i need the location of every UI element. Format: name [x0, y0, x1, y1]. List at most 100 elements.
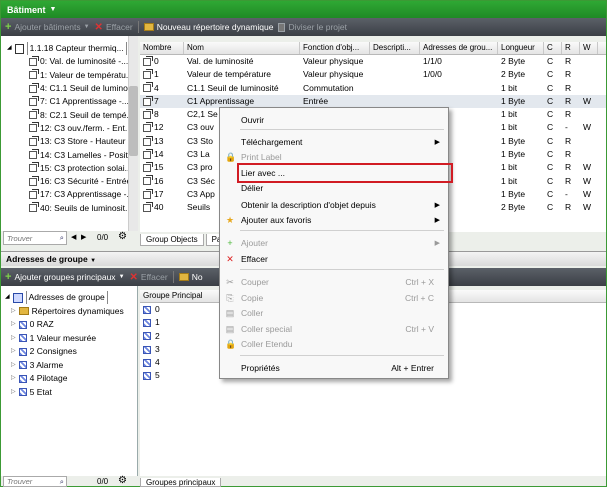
nav-right-icon[interactable]: ▶ [81, 233, 86, 241]
tree-item-object[interactable]: 7: C1 Apprentissage -... [29, 95, 137, 108]
submenu-arrow-icon: ▶ [434, 217, 440, 224]
chevron-down-icon[interactable]: ▼ [50, 6, 57, 13]
tree-item-object[interactable]: 16: C3 Sécurité - Entrée [29, 175, 137, 188]
new-dynamic-folder-button[interactable]: Nouveau répertoire dynamique [143, 22, 273, 32]
nav-left-icon[interactable]: ◀ [71, 233, 76, 241]
menu-item-paste[interactable]: ▤ Coller [220, 306, 448, 320]
table-cell [370, 82, 420, 95]
column-header[interactable]: Longueur [498, 42, 544, 54]
add-main-groups-button[interactable]: + Ajouter groupes principaux ▼ [5, 271, 125, 283]
batiment-panel-title[interactable]: Bâtiment ▼ [1, 1, 606, 18]
menu-item-properties[interactable]: Propriétés Alt + Entrer [220, 361, 448, 375]
tree-item-label: 8: C2.1 Seuil de tempé... [40, 109, 134, 120]
tree-item-object[interactable]: 4: C1.1 Seuil de lumino... [29, 82, 137, 95]
gear-icon[interactable]: ⚙ [118, 231, 127, 242]
table-cell: 1 [140, 316, 220, 329]
folder-icon [143, 23, 154, 31]
menu-item-cut[interactable]: ✂ Couper Ctrl + X [220, 275, 448, 289]
gear-icon[interactable]: ⚙ [118, 475, 127, 486]
toolbar-divider [172, 271, 174, 283]
menu-item-get-description[interactable]: Obtenir la description d'objet depuis ▶ [220, 198, 448, 212]
tree-item-group[interactable]: ▷ 0 RAZ [11, 318, 137, 332]
tree-item-group[interactable]: ▷ 3 Alarme [11, 358, 137, 372]
chevron-down-icon[interactable]: ▼ [90, 258, 96, 264]
menu-item-unlink[interactable]: Délier [220, 181, 448, 195]
table-cell: - [565, 122, 568, 133]
table-cell: 5 [140, 369, 220, 382]
menu-item-download[interactable]: Téléchargement ▶ [220, 135, 448, 149]
menu-item-copy[interactable]: ⎘ Copie Ctrl + C [220, 291, 448, 305]
column-header[interactable]: Groupe Principal [140, 290, 220, 302]
scrollbar-thumb[interactable] [129, 86, 138, 156]
column-header[interactable]: Adresses de grou... [420, 42, 498, 54]
search-icon[interactable]: ⌕ [60, 477, 64, 487]
delete-button[interactable]: ✕ Effacer [95, 22, 133, 33]
device-tree: ◢ 1.1.18 Capteur thermiq... 0: Val. de l… [1, 36, 138, 231]
tab-main-groups[interactable]: Groupes principaux [140, 478, 222, 487]
menu-item-label: Ajouter [241, 238, 268, 248]
menu-item-open[interactable]: Ouvrir [220, 113, 448, 127]
tree-item-object[interactable]: 17: C3 Apprentissage -... [29, 188, 137, 201]
expand-icon[interactable]: ▷ [11, 359, 16, 372]
search-placeholder: Trouver [7, 233, 33, 243]
table-row[interactable]: 0 Val. de luminosité Valeur physique 1/1/0 2… [140, 55, 606, 68]
object-tabs: Group Objects Pa [140, 234, 228, 246]
column-header[interactable]: W [580, 42, 598, 54]
tree-scrollbar[interactable] [128, 36, 138, 231]
table-cell: C [547, 202, 554, 213]
expand-icon[interactable]: ▷ [11, 332, 16, 345]
menu-item-add-favorites[interactable]: ★ Ajouter aux favoris ▶ [220, 213, 448, 227]
tree-item-group[interactable]: ▷ 5 Etat [11, 385, 137, 399]
tree-item-object[interactable]: 12: C3 ouv./ferm. - Ent... [29, 122, 137, 135]
tree-item-object[interactable]: 40: Seuils de luminosit... [29, 202, 137, 215]
column-header[interactable]: Descripti... [370, 42, 420, 54]
table-row[interactable]: 4 C1.1 Seuil de luminosité Commutation 1 bi… [140, 82, 606, 95]
column-header[interactable]: Nombre [140, 42, 184, 54]
menu-item-delete[interactable]: ✕ Effacer [220, 252, 448, 266]
column-header[interactable]: Fonction d'obj... [300, 42, 370, 54]
menu-item-print-label[interactable]: 🔒 Print Label [220, 150, 448, 164]
tree-item-object[interactable]: 14: C3 Lamelles - Posit... [29, 148, 137, 161]
new-group-button[interactable]: No [178, 272, 203, 282]
group-object-icon [29, 95, 39, 106]
table-cell [580, 82, 598, 95]
column-header[interactable]: Nom [184, 42, 300, 54]
group-address-icon [18, 320, 27, 329]
expand-icon[interactable]: ▷ [11, 386, 16, 399]
menu-separator [240, 129, 444, 130]
tree-item-object[interactable]: 15: C3 protection solai... [29, 162, 137, 175]
tree-item-object[interactable]: 8: C2.1 Seuil de tempé... [29, 108, 137, 121]
group-address-icon [143, 372, 151, 381]
tree-item-group[interactable]: ▷ Répertoires dynamiques [11, 304, 137, 318]
tree-item-group[interactable]: ▷ 1 Valeur mesurée [11, 331, 137, 345]
expand-icon[interactable]: ▷ [11, 305, 16, 318]
group-object-icon [143, 69, 153, 80]
expand-icon[interactable]: ▷ [11, 372, 16, 385]
group-search-input[interactable]: Trouver ⌕ [3, 476, 67, 487]
table-cell [420, 82, 498, 95]
tree-item-object[interactable]: 0: Val. de luminosité -... [29, 55, 137, 68]
tree-item-group[interactable]: ▷ 4 Pilotage [11, 372, 137, 386]
tree-root-device[interactable]: ◢ 1.1.18 Capteur thermiq... [1, 42, 137, 56]
tree-item-object[interactable]: 13: C3 Store - Hauteur [29, 135, 137, 148]
expand-icon[interactable]: ▷ [11, 318, 16, 331]
expand-icon[interactable]: ▷ [11, 345, 16, 358]
column-header[interactable]: R [562, 42, 580, 54]
tab-group-objects[interactable]: Group Objects [140, 234, 204, 246]
table-cell: C [547, 82, 554, 93]
add-buildings-button[interactable]: + Ajouter bâtiments ▼ [5, 21, 90, 33]
tree-root-group-addresses[interactable]: ◢ Adresses de groupe [1, 291, 137, 305]
table-cell: R [565, 162, 572, 173]
table-cell: 40 [140, 201, 184, 214]
table-row[interactable]: 1 Valeur de température Valeur physique 1/0… [140, 68, 606, 81]
menu-item-paste-extended[interactable]: 🔒 Coller Etendu [220, 337, 448, 351]
delete-group-button[interactable]: ✕ Effacer [130, 272, 168, 283]
split-project-button[interactable]: Diviser le projet [278, 22, 347, 32]
menu-item-add[interactable]: + Ajouter ▶ [220, 236, 448, 250]
tree-item-object[interactable]: 1: Valeur de températu... [29, 69, 137, 82]
search-icon[interactable]: ⌕ [60, 233, 64, 243]
tree-item-group[interactable]: ▷ 2 Consignes [11, 345, 137, 359]
menu-item-paste-special[interactable]: ▤ Coller special Ctrl + V [220, 322, 448, 336]
device-search-input[interactable]: Trouver ⌕ [3, 231, 67, 245]
column-header[interactable]: C [544, 42, 562, 54]
